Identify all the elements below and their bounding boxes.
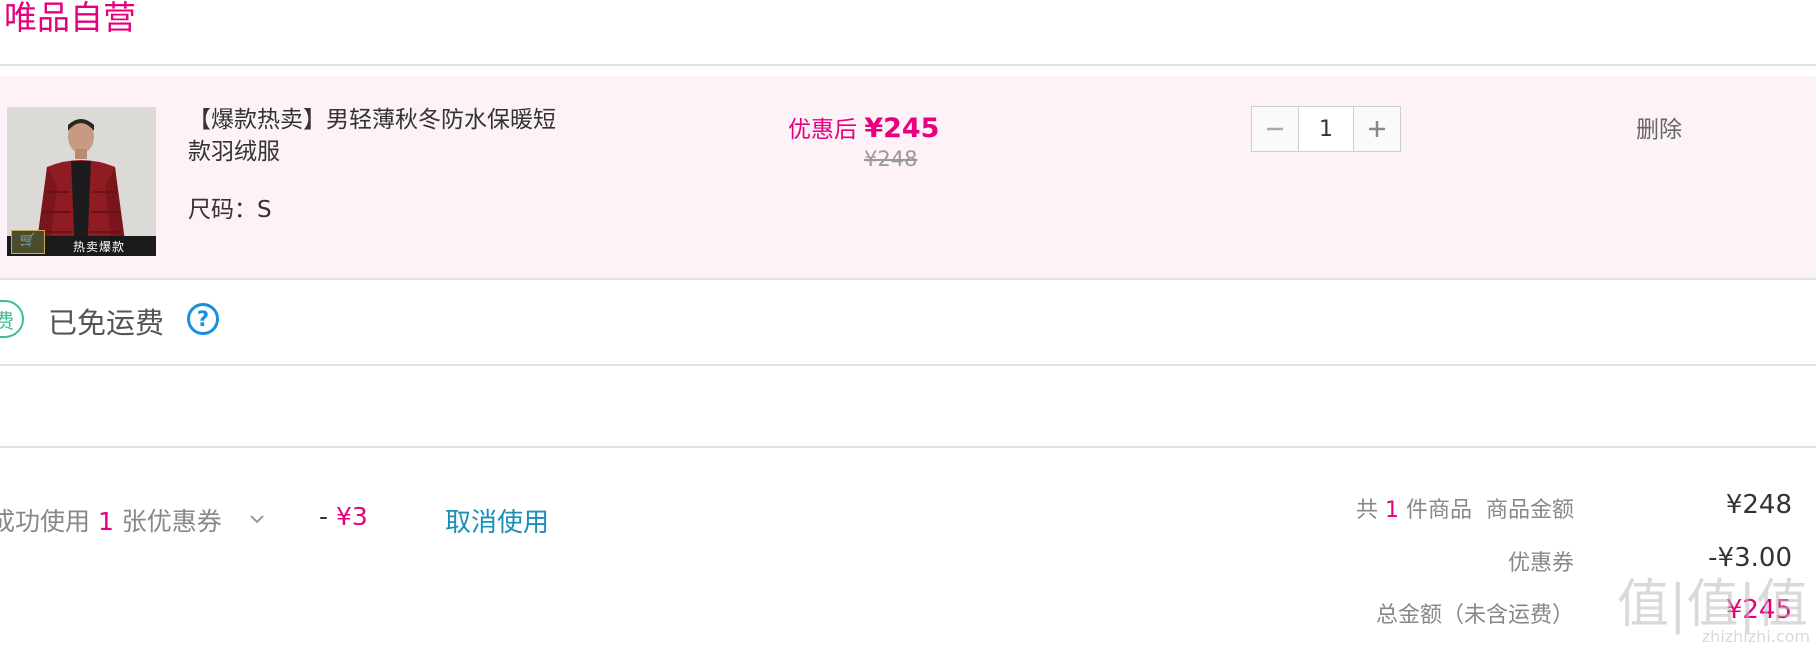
coupon-discount: - ¥3 — [319, 502, 368, 531]
size-label: 尺码： — [188, 197, 257, 223]
divider — [0, 364, 1816, 366]
product-thumbnail[interactable]: 热卖爆款 🛒 — [7, 107, 156, 256]
price-after-label: 优惠后 — [788, 117, 865, 143]
count-prefix: 共 — [1355, 498, 1385, 523]
shipping-status: 已免运费 — [48, 306, 165, 340]
coupon-count: 1 — [97, 507, 114, 536]
delete-button[interactable]: 删除 — [1636, 110, 1682, 144]
minus-icon[interactable] — [1252, 107, 1298, 151]
size-value: S — [257, 197, 272, 223]
thumb-badge-text: 热卖爆款 — [73, 240, 126, 254]
free-shipping-badge: 费 — [0, 300, 24, 338]
coupon-summary-label: 优惠券 — [1507, 551, 1574, 576]
coupon-amount: ¥3 — [335, 502, 368, 531]
divider — [0, 278, 1816, 280]
cart-badge-icon: 🛒 — [11, 230, 45, 254]
watermark-big: 值|值|值 — [1616, 575, 1808, 635]
watermark-small: zhizhizhi.com — [1701, 627, 1810, 646]
coupon-suffix: 张优惠券 — [113, 507, 222, 536]
product-title[interactable]: 【爆款热卖】男轻薄秋冬防水保暖短款羽绒服 — [188, 104, 568, 168]
divider — [0, 64, 1816, 66]
price-after-value: 245 — [883, 113, 940, 144]
price-currency: ¥ — [864, 113, 884, 144]
price-after-discount: 优惠后 ¥245 — [788, 110, 939, 144]
cancel-coupon-button[interactable]: 取消使用 — [445, 502, 549, 539]
item-count: 1 — [1384, 498, 1399, 523]
total-label: 总金额（未含运费） — [1375, 603, 1574, 628]
goods-amount-label: 商品金额 — [1485, 498, 1574, 523]
price-original: ¥248 — [864, 147, 918, 171]
watermark-logo: 值|值|值 zhizhizhi.com — [1617, 560, 1816, 646]
quantity-input[interactable]: 1 — [1298, 107, 1354, 151]
summary-goods: 共 1 件商品 商品金额 — [1356, 492, 1574, 524]
question-circle-icon[interactable]: ? — [187, 303, 219, 335]
coupon-amount-prefix: - — [319, 502, 336, 531]
count-suffix: 件商品 — [1398, 498, 1472, 523]
coupon-used-info[interactable]: 成功使用 1 张优惠券 — [0, 502, 222, 538]
store-title: 唯品自营 — [4, 0, 136, 37]
goods-amount-value: ¥248 — [1725, 490, 1792, 520]
plus-icon[interactable] — [1354, 107, 1400, 151]
chevron-down-icon[interactable] — [250, 512, 264, 526]
divider — [0, 446, 1816, 448]
product-size: 尺码：S — [188, 190, 272, 224]
coupon-prefix: 成功使用 — [0, 507, 98, 536]
quantity-stepper[interactable]: 1 — [1251, 106, 1401, 152]
